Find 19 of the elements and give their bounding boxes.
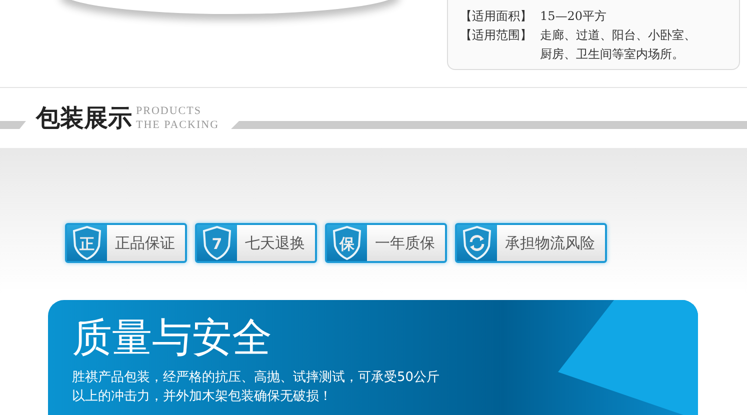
refresh-shield-icon xyxy=(462,226,492,260)
guarantee-badge: 7 七天退换 xyxy=(195,223,317,263)
banner-text: 以上的冲击力，并外加木架包装确保无破损！ xyxy=(72,388,333,406)
divider-bar xyxy=(0,121,26,129)
shield-icon: 保 xyxy=(332,226,362,260)
shield-icon: 正 xyxy=(72,226,102,260)
shield-icon: 7 xyxy=(202,226,232,260)
spec-value: 走廊、过道、阳台、小卧室、厨房、卫生间等室内场所。 xyxy=(540,27,697,63)
banner-text: 胜祺产品包装，经严格的抗压、高抛、试摔测试，可承受50公斤 xyxy=(72,369,441,387)
banner-title: 质量与安全 xyxy=(72,318,273,358)
guarantee-badge: 保 一年质保 xyxy=(325,223,447,263)
guarantee-badge: 正 正品保证 xyxy=(65,223,187,263)
spec-value: 15—20平方 xyxy=(540,8,608,25)
spec-label: 【适用范围】 xyxy=(460,27,533,44)
spec-label: 【适用面积】 xyxy=(460,8,533,25)
section-subtitle: THE PACKING xyxy=(136,118,220,132)
section-title: 包装展示 xyxy=(36,106,132,130)
section-subtitle: PRODUCTS xyxy=(136,104,202,118)
guarantee-badge: 承担物流风险 xyxy=(455,223,607,263)
